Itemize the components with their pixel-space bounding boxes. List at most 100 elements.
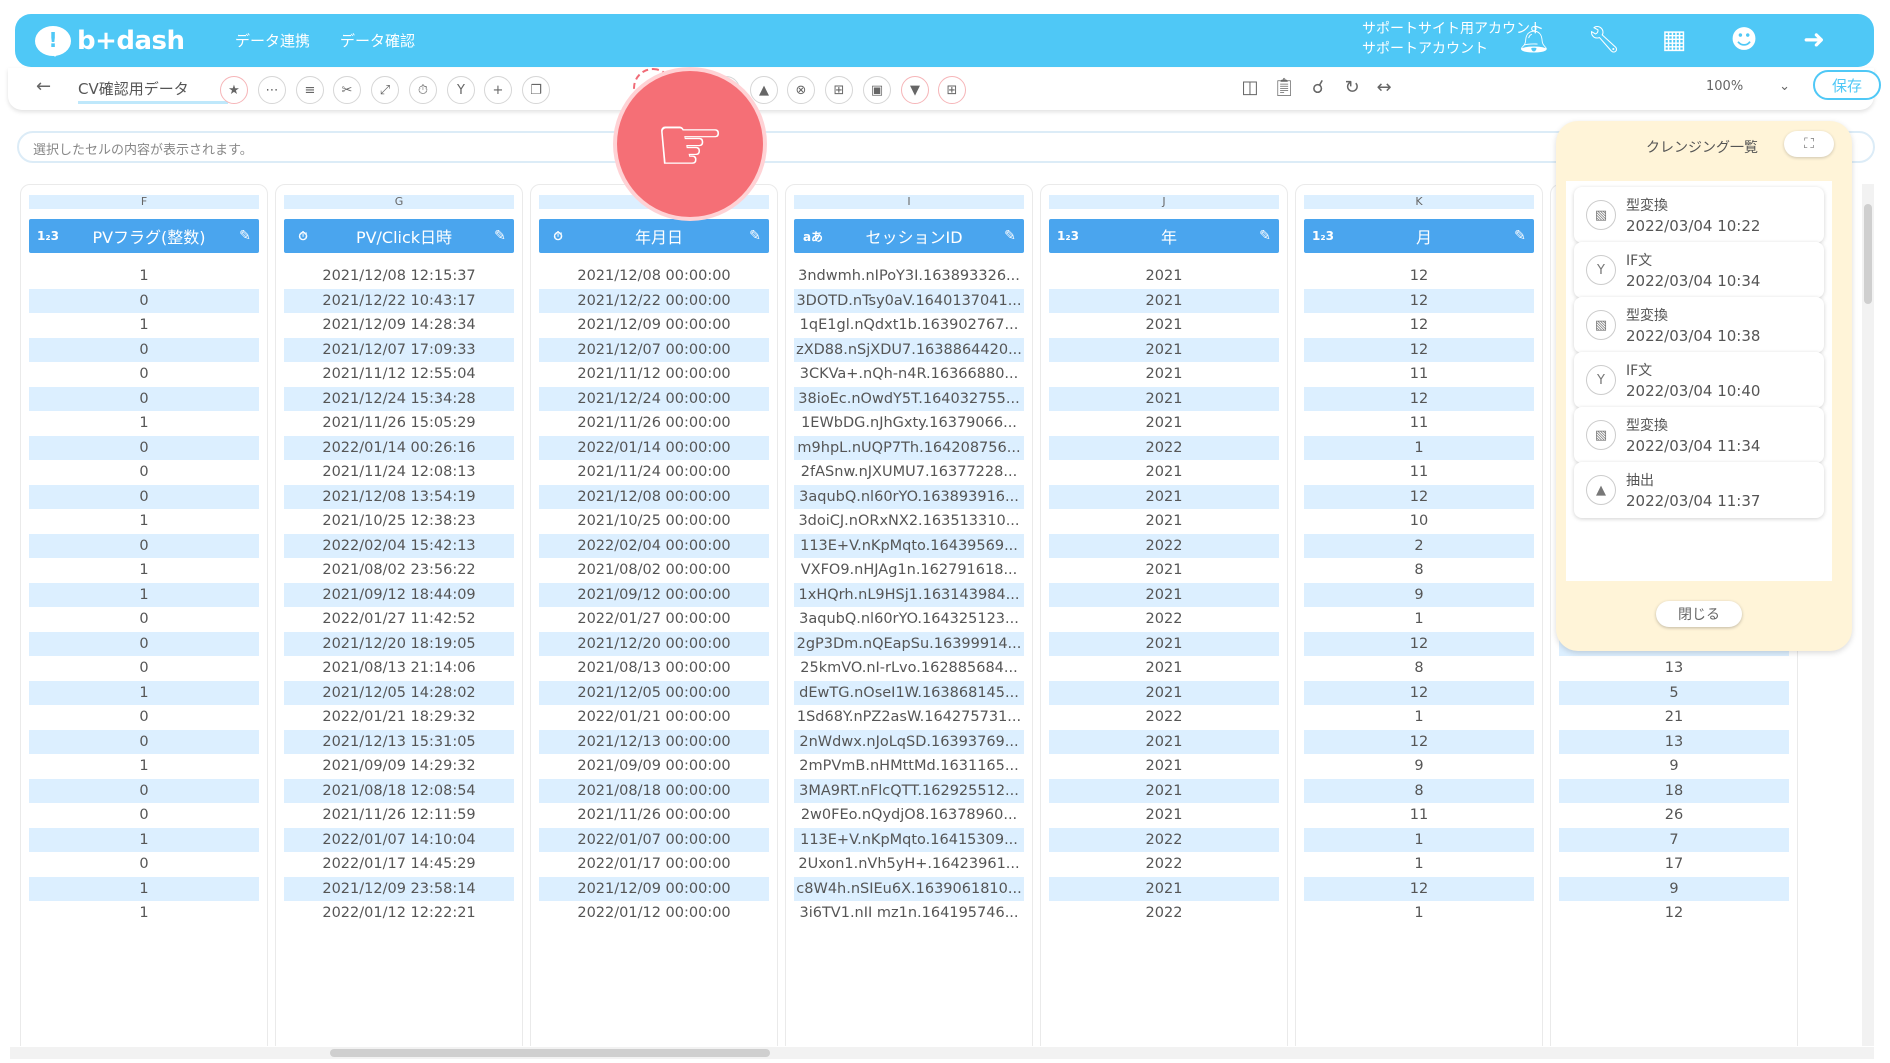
table-cell[interactable]: 3i6TV1.nII mz1n.164195746... <box>794 901 1024 925</box>
table-cell[interactable]: 17 <box>1559 852 1789 876</box>
table-cell[interactable]: 2021 <box>1049 509 1279 533</box>
table-cell[interactable]: 2021 <box>1049 631 1279 656</box>
table-cell[interactable]: 2021/08/13 00:00:00 <box>539 656 769 680</box>
table-cell[interactable]: 2 <box>1304 533 1534 558</box>
table-cell[interactable]: 2021/12/22 10:43:17 <box>284 288 514 313</box>
table-cell[interactable]: 113E+V.nKpMqto.16415309... <box>794 827 1024 852</box>
table-cell[interactable]: 8 <box>1304 778 1534 803</box>
table-cell[interactable]: 2021/11/26 00:00:00 <box>539 411 769 435</box>
table-cell[interactable]: 0 <box>29 386 259 411</box>
column-letter[interactable]: G <box>284 195 514 209</box>
table-cell[interactable]: 2fASnw.nJXUMU7.16377228... <box>794 460 1024 484</box>
table-cell[interactable]: 9 <box>1559 876 1789 901</box>
table-cell[interactable]: 0 <box>29 337 259 362</box>
table-cell[interactable]: 8 <box>1304 656 1534 680</box>
table-cell[interactable]: 3ndwmh.nIPoY3I.163893326... <box>794 264 1024 288</box>
nav-data-check[interactable]: データ確認 <box>340 30 415 51</box>
table-cell[interactable]: 13 <box>1559 656 1789 680</box>
vertical-scrollbar[interactable] <box>1862 184 1874 1046</box>
table-cell[interactable]: 1 <box>29 582 259 607</box>
table-cell[interactable]: 2022/02/04 00:00:00 <box>539 533 769 558</box>
table-cell[interactable]: 0 <box>29 631 259 656</box>
table-cell[interactable]: 2022/01/12 00:00:00 <box>539 901 769 925</box>
table-cell[interactable]: 2021/12/08 13:54:19 <box>284 484 514 509</box>
table-cell[interactable]: 12 <box>1304 680 1534 705</box>
column-letter[interactable]: F <box>29 195 259 209</box>
table-cell[interactable]: 0 <box>29 729 259 754</box>
table-cell[interactable]: 8 <box>1304 558 1534 582</box>
table-cell[interactable]: 2022 <box>1049 435 1279 460</box>
logout-icon[interactable]: ➜ <box>1794 20 1834 60</box>
more-icon[interactable]: ⋯ <box>258 76 286 104</box>
wrench-icon[interactable]: 🔧︎ <box>1584 20 1624 60</box>
table-cell[interactable]: 1 <box>29 680 259 705</box>
table-cell[interactable]: 2021/12/07 00:00:00 <box>539 337 769 362</box>
table-cell[interactable]: 2mPVmB.nHMttMd.1631165... <box>794 754 1024 778</box>
filter-icon[interactable]: ▼ <box>901 76 929 104</box>
table-cell[interactable]: 12 <box>1304 484 1534 509</box>
table-cell[interactable]: 2022/01/21 18:29:32 <box>284 705 514 729</box>
table-cell[interactable]: 1 <box>29 509 259 533</box>
table-cell[interactable]: 2021/09/12 18:44:09 <box>284 582 514 607</box>
branch-icon[interactable]: Y <box>447 76 475 104</box>
table-cell[interactable]: 2022/01/07 14:10:04 <box>284 827 514 852</box>
table-cell[interactable]: 2021/11/26 15:05:29 <box>284 411 514 435</box>
table-cell[interactable]: 1EWbDG.nJhGxty.16379066... <box>794 411 1024 435</box>
table-cell[interactable]: 2021 <box>1049 729 1279 754</box>
table-cell[interactable]: 2021/11/12 00:00:00 <box>539 362 769 386</box>
table-cell[interactable]: 2w0FEo.nQydjO8.16378960... <box>794 803 1024 827</box>
table-cell[interactable]: 2021/08/13 21:14:06 <box>284 656 514 680</box>
edit-pencil-icon[interactable]: ✎ <box>996 228 1024 244</box>
table-cell[interactable]: 0 <box>29 705 259 729</box>
copy-icon[interactable]: ❐ <box>522 76 550 104</box>
table-cell[interactable]: 12 <box>1304 264 1534 288</box>
table-cell[interactable]: 2021/11/24 00:00:00 <box>539 460 769 484</box>
star-icon[interactable]: ★ <box>220 76 248 104</box>
table-cell[interactable]: 0 <box>29 362 259 386</box>
close-button[interactable]: 閉じる <box>1656 601 1742 627</box>
table-cell[interactable]: 113E+V.nKpMqto.16439569... <box>794 533 1024 558</box>
table-cell[interactable]: 2021 <box>1049 484 1279 509</box>
edit-pencil-icon[interactable]: ✎ <box>486 228 514 244</box>
dataset-name[interactable]: CV確認用データ <box>78 78 228 104</box>
table-cell[interactable]: 2021 <box>1049 656 1279 680</box>
table-cell[interactable]: 3aqubQ.nl60rYO.163893916... <box>794 484 1024 509</box>
table-cell[interactable]: 2021/12/08 00:00:00 <box>539 264 769 288</box>
column-header[interactable]: 1₂3 年 ✎ <box>1049 219 1279 253</box>
table-cell[interactable]: 7 <box>1559 827 1789 852</box>
table-cell[interactable]: 2021 <box>1049 362 1279 386</box>
table-cell[interactable]: 26 <box>1559 803 1789 827</box>
table-cell[interactable]: 2021 <box>1049 411 1279 435</box>
table-cell[interactable]: 2021/12/07 17:09:33 <box>284 337 514 362</box>
table-cell[interactable]: 2022/01/14 00:00:00 <box>539 435 769 460</box>
table-cell[interactable]: VXFO9.nHJAg1n.162791618... <box>794 558 1024 582</box>
table-cell[interactable]: 2022 <box>1049 607 1279 631</box>
table-cell[interactable]: 2021/09/12 00:00:00 <box>539 582 769 607</box>
cleansing-item[interactable]: ▧ 型変換 2022/03/04 10:38 <box>1574 297 1824 353</box>
table-cell[interactable]: 2021 <box>1049 264 1279 288</box>
column-letter[interactable]: I <box>794 195 1024 209</box>
table-cell[interactable]: 1 <box>29 313 259 337</box>
expand-icon[interactable]: ⤢ <box>371 76 399 104</box>
table-cell[interactable]: 2022 <box>1049 852 1279 876</box>
panel-icon[interactable]: ▣ <box>863 76 891 104</box>
edit-pencil-icon[interactable]: ✎ <box>741 228 769 244</box>
table-cell[interactable]: 1 <box>29 264 259 288</box>
table-cell[interactable]: 0 <box>29 803 259 827</box>
table-cell[interactable]: 9 <box>1304 582 1534 607</box>
table-cell[interactable]: 2gP3Dm.nQEapSu.16399914... <box>794 631 1024 656</box>
table-cell[interactable]: 2022/01/17 14:45:29 <box>284 852 514 876</box>
column-header[interactable]: ⏱ 年月日 ✎ <box>539 219 769 253</box>
table-cell[interactable]: 13 <box>1559 729 1789 754</box>
table-cell[interactable]: 2021/08/02 23:56:22 <box>284 558 514 582</box>
column-header[interactable]: 1₂3 PVフラグ(整数) ✎ <box>29 219 259 253</box>
table-cell[interactable]: 2022/01/17 00:00:00 <box>539 852 769 876</box>
table-cell[interactable]: 1 <box>29 901 259 925</box>
scissors-icon[interactable]: ✂ <box>333 76 361 104</box>
table-cell[interactable]: 2021 <box>1049 803 1279 827</box>
table-cell[interactable]: 2022/01/14 00:26:16 <box>284 435 514 460</box>
table-cell[interactable]: 10 <box>1304 509 1534 533</box>
table-cell[interactable]: 2021/08/02 00:00:00 <box>539 558 769 582</box>
column-letter[interactable]: K <box>1304 195 1534 209</box>
table-cell[interactable]: 2nWdwx.nJoLqSD.16393769... <box>794 729 1024 754</box>
